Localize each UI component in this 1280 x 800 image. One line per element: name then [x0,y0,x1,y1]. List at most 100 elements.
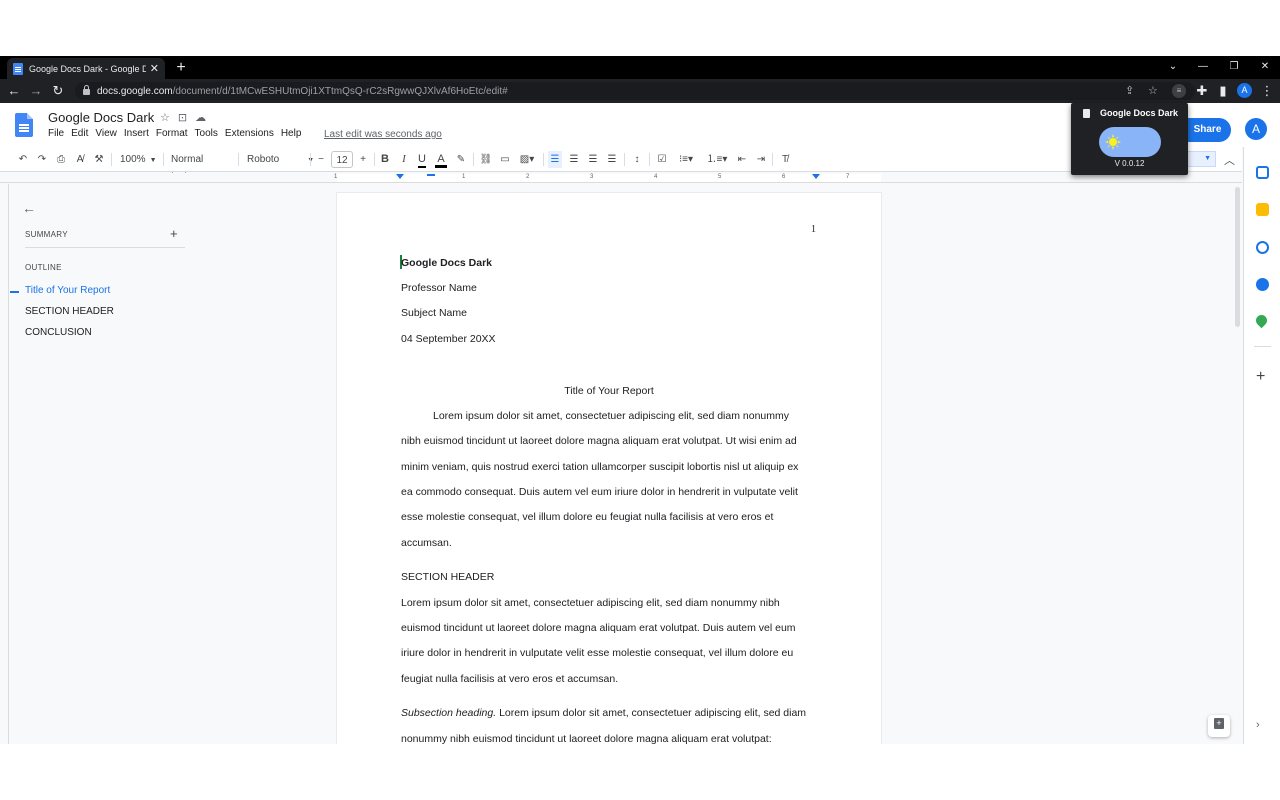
outline-item-section-header[interactable]: SECTION HEADER [25,306,114,317]
docs-logo-icon[interactable] [15,113,33,137]
back-icon[interactable]: ← [4,81,24,101]
editing-mode-dropdown[interactable]: ▼ [1188,151,1216,167]
keep-icon[interactable] [1256,203,1269,216]
close-outline-arrow-icon[interactable]: ← [22,200,36,216]
add-summary-button[interactable]: + [170,226,178,241]
insert-image-icon[interactable]: ▨▾ [516,151,538,168]
reload-icon[interactable]: ↻ [48,81,68,101]
contacts-icon[interactable] [1256,278,1269,291]
justify-icon[interactable]: ☰ [605,151,619,168]
ruler-tick: 5 [718,174,722,180]
bookmark-star-icon[interactable]: ☆ [1148,82,1158,100]
add-comment-icon[interactable]: ▭ [498,151,512,168]
summary-label: SUMMARY [25,230,68,239]
align-left-icon[interactable]: ☰ [548,151,562,168]
menu-format[interactable]: Format [156,128,193,139]
last-edit-link[interactable]: Last edit was seconds ago [324,129,442,140]
vertical-ruler[interactable] [0,184,9,744]
text-color-label: A [435,153,447,168]
line-spacing-icon[interactable]: ↕ [630,151,644,168]
menu-extensions[interactable]: Extensions [225,128,279,139]
menu-help[interactable]: Help [281,128,307,139]
first-line-indent-marker[interactable] [427,174,435,176]
close-window-icon[interactable]: ✕ [1250,56,1280,79]
side-panel-icon[interactable]: ▮ [1213,81,1233,101]
scrollbar-thumb[interactable] [1235,187,1240,327]
chrome-menu-icon[interactable]: ⋮ [1257,81,1277,101]
tab-close-icon[interactable]: ✕ [150,62,159,75]
star-icon[interactable]: ☆ [160,111,170,124]
spellcheck-icon[interactable]: A̸ [73,151,87,168]
move-folder-icon[interactable]: ⊡ [178,111,187,124]
calendar-icon[interactable] [1256,166,1269,179]
checklist-icon[interactable]: ☑ [655,151,669,168]
highlight-icon[interactable]: ✎ [454,151,468,168]
address-bar[interactable]: docs.google.com /document/d/1tMCwESHUtmO… [75,82,1195,100]
outline-item-title[interactable]: Title of Your Report [25,285,110,296]
tab-search-icon[interactable]: ⌄ [1158,56,1188,79]
minimize-icon[interactable]: — [1188,56,1218,79]
menu-file[interactable]: File [48,128,69,139]
theme-toggle[interactable] [1099,127,1161,157]
menu-edit[interactable]: Edit [71,128,93,139]
extensions-puzzle-icon[interactable]: ✚ [1192,81,1212,101]
decrease-indent-icon[interactable]: ⇤ [735,151,749,168]
paragraph-style-select[interactable]: Normal text▼ [171,151,233,182]
document-page[interactable]: 1 Google Docs Dark Professor Name Subjec… [337,193,881,744]
align-center-icon[interactable]: ☰ [567,151,581,168]
share-page-icon[interactable]: ⇪ [1125,82,1134,100]
document-title[interactable]: Google Docs Dark [48,110,154,125]
doc-paragraph-line: ea commodo consequat. Duis autem vel eum… [401,486,798,498]
profile-avatar[interactable]: A [1237,83,1252,98]
horizontal-ruler[interactable]: 1 1 2 3 4 5 6 7 [0,173,1242,183]
share-button[interactable]: Share [1184,118,1231,142]
print-icon[interactable]: ⎙ [54,151,68,168]
decrease-font-size-icon[interactable]: − [314,151,328,168]
restore-icon[interactable]: ❐ [1219,56,1249,79]
insert-link-icon[interactable]: ⛓ [478,151,494,168]
left-indent-marker[interactable] [396,174,404,179]
numbered-list-icon[interactable]: ⒈≡▾ [705,151,729,168]
font-size-input[interactable]: 12 [331,151,353,168]
browser-tab[interactable]: Google Docs Dark - Google Docs ✕ [7,58,165,79]
menu-tools[interactable]: Tools [195,128,223,139]
increase-font-size-icon[interactable]: + [356,151,370,168]
right-indent-marker[interactable] [812,174,820,179]
doc-subsection-heading: Subsection heading. [401,707,497,719]
cloud-saved-icon[interactable]: ☁ [195,111,206,124]
tasks-icon[interactable] [1256,241,1269,254]
outline-item-conclusion[interactable]: CONCLUSION [25,327,92,338]
show-side-panel-icon[interactable]: › [1256,719,1260,731]
docs-dark-extension-icon[interactable]: ≡ [1172,84,1186,98]
caret-down-icon: ▼ [149,157,157,164]
underline-button[interactable]: U [415,151,429,168]
get-add-ons-icon[interactable]: + [1256,369,1265,385]
maps-icon[interactable] [1253,312,1270,329]
ruler-tick: 4 [654,174,658,180]
forward-icon[interactable]: → [26,81,46,101]
title-actions: ☆ ⊡ ☁ [160,111,206,124]
zoom-select[interactable]: 100% ▼ [120,151,158,168]
italic-button[interactable]: I [397,151,411,168]
new-tab-button[interactable]: + [172,58,190,78]
lock-icon[interactable] [83,85,90,95]
text-color-button[interactable]: A [434,151,448,168]
toolbar-divider [649,153,650,166]
doc-paragraph-line: Lorem ipsum dolor sit amet, consectetuer… [433,410,789,422]
increase-indent-icon[interactable]: ⇥ [754,151,768,168]
align-right-icon[interactable]: ☰ [586,151,600,168]
redo-icon[interactable]: ↷ [35,151,49,168]
font-select[interactable]: Roboto▼ [247,151,314,168]
bulleted-list-icon[interactable]: ⁝≡▾ [674,151,698,168]
menu-insert[interactable]: Insert [124,128,154,139]
account-avatar[interactable]: A [1245,118,1267,140]
toolbar-divider [543,153,544,166]
menu-view[interactable]: View [95,128,122,139]
explore-button[interactable] [1208,715,1230,737]
clear-formatting-icon[interactable]: T̸ [778,151,792,168]
collapse-menus-icon[interactable]: ︿ [1224,152,1235,168]
document-scrollbar[interactable] [1233,184,1242,744]
paint-format-icon[interactable]: ⚒ [92,151,106,168]
undo-icon[interactable]: ↶ [16,151,30,168]
bold-button[interactable]: B [378,151,392,168]
